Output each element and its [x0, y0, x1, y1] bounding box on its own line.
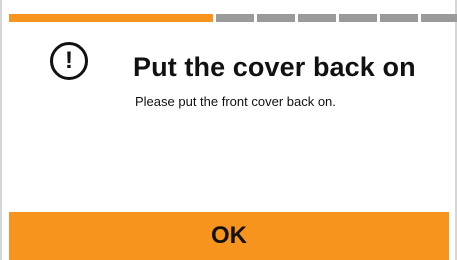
progress-segment — [380, 14, 418, 22]
exclamation-mark: ! — [65, 47, 73, 74]
progress-segment — [298, 14, 336, 22]
progress-segment — [257, 14, 295, 22]
progress-segment — [421, 14, 457, 22]
progress-segment-completed — [9, 14, 213, 22]
printer-dialog-screen: ! Put the cover back on Please put the f… — [0, 0, 457, 260]
ok-button-label: OK — [211, 222, 247, 249]
exclamation-circle-icon: ! — [50, 42, 88, 80]
ok-button[interactable]: OK — [9, 212, 449, 260]
progress-segment — [339, 14, 377, 22]
step-progress-bar — [9, 14, 457, 22]
dialog-message: Please put the front cover back on. — [135, 94, 336, 109]
dialog-title: Put the cover back on — [133, 52, 416, 82]
progress-segment — [216, 14, 254, 22]
